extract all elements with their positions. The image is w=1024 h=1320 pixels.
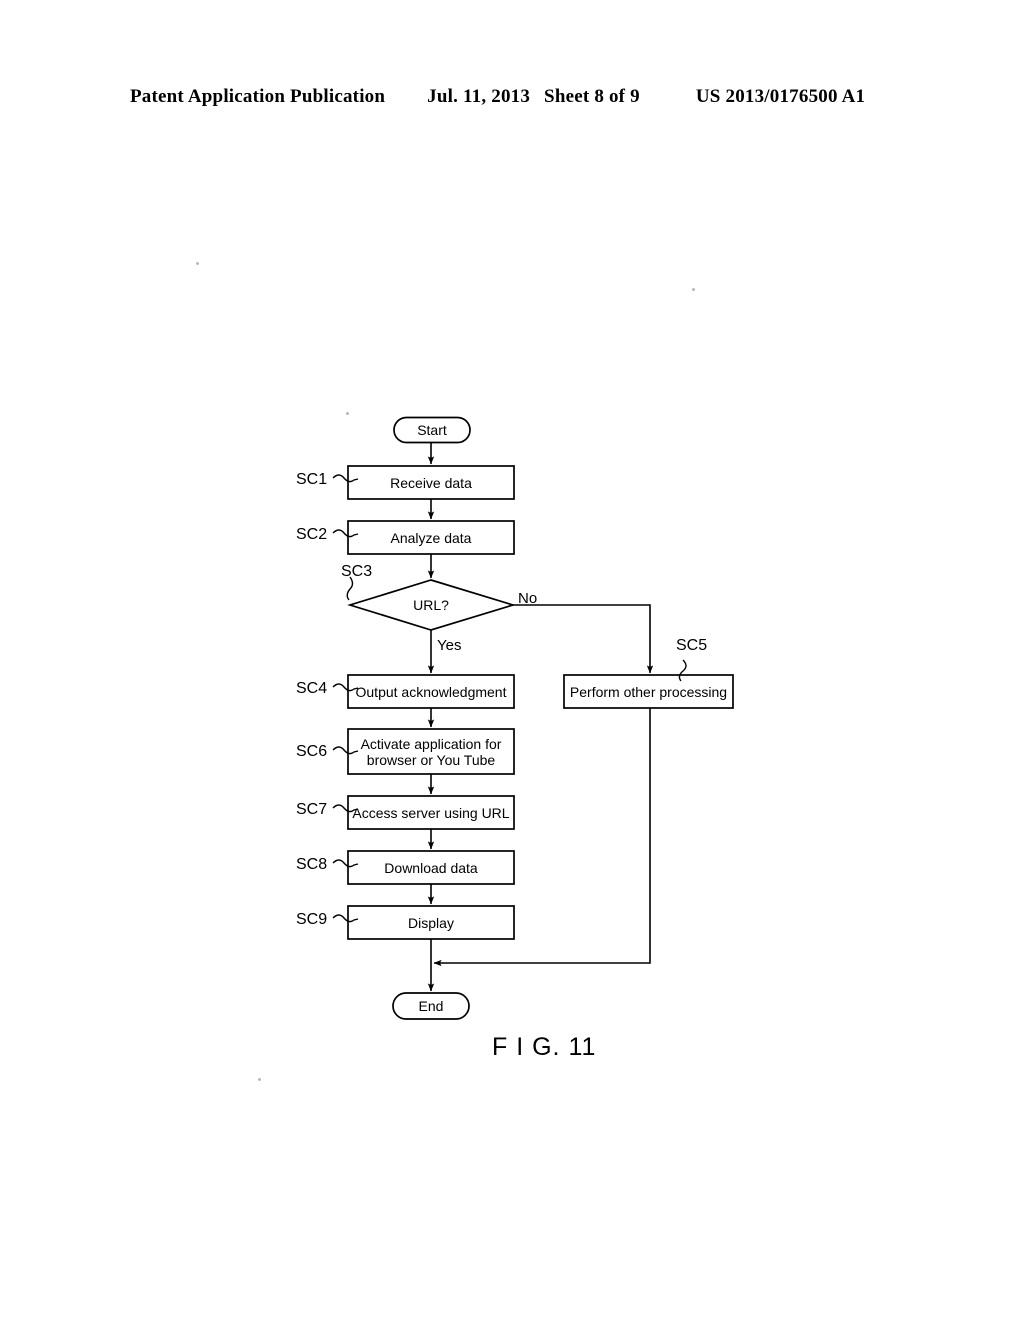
sc3-diamond-shape [347, 579, 516, 631]
sc9-box-shape [347, 905, 515, 940]
leader-sc2 [332, 529, 359, 538]
leader-sc6 [332, 746, 359, 755]
scan-speck [196, 262, 199, 265]
step-label-sc3: SC3 [341, 563, 373, 580]
step-label-sc6: SC6 [296, 743, 328, 760]
sc1-box-shape [347, 465, 515, 500]
step-label-sc1: SC1 [296, 471, 328, 488]
sc5-box-shape [563, 674, 734, 709]
flowchart-figure: Start Receive data Analyze data URL? Out… [0, 0, 1024, 1320]
start-terminator-shape [393, 416, 471, 444]
leader-sc5 [678, 659, 687, 682]
figure-caption: F I G. 11 [492, 1033, 597, 1061]
sc2-box-shape [347, 520, 515, 555]
flowchart-graphics [332, 416, 734, 1020]
scan-speck [258, 1078, 261, 1081]
edge-sc5-to-end-trunk [433, 708, 651, 967]
edge-label-no: No [518, 590, 538, 607]
sc4-box-shape [347, 674, 515, 709]
leader-sc4 [332, 683, 359, 692]
sc6-box-shape [347, 728, 515, 775]
edge-sc3-no-to-sc5 [513, 604, 654, 674]
step-label-sc7: SC7 [296, 801, 328, 818]
leader-sc8 [332, 859, 359, 868]
leader-sc7 [332, 804, 359, 813]
edge-label-yes: Yes [437, 637, 462, 654]
step-label-sc4: SC4 [296, 680, 328, 697]
end-terminator-shape [392, 992, 470, 1020]
scan-speck [346, 412, 349, 415]
sc8-box-shape [347, 850, 515, 885]
step-label-sc8: SC8 [296, 856, 328, 873]
step-label-sc5: SC5 [676, 637, 708, 654]
step-label-sc9: SC9 [296, 911, 328, 928]
leader-sc1 [332, 474, 359, 483]
scan-speck [692, 288, 695, 291]
sc7-box-shape [347, 795, 515, 830]
step-label-sc2: SC2 [296, 526, 328, 543]
leader-sc9 [332, 914, 359, 923]
